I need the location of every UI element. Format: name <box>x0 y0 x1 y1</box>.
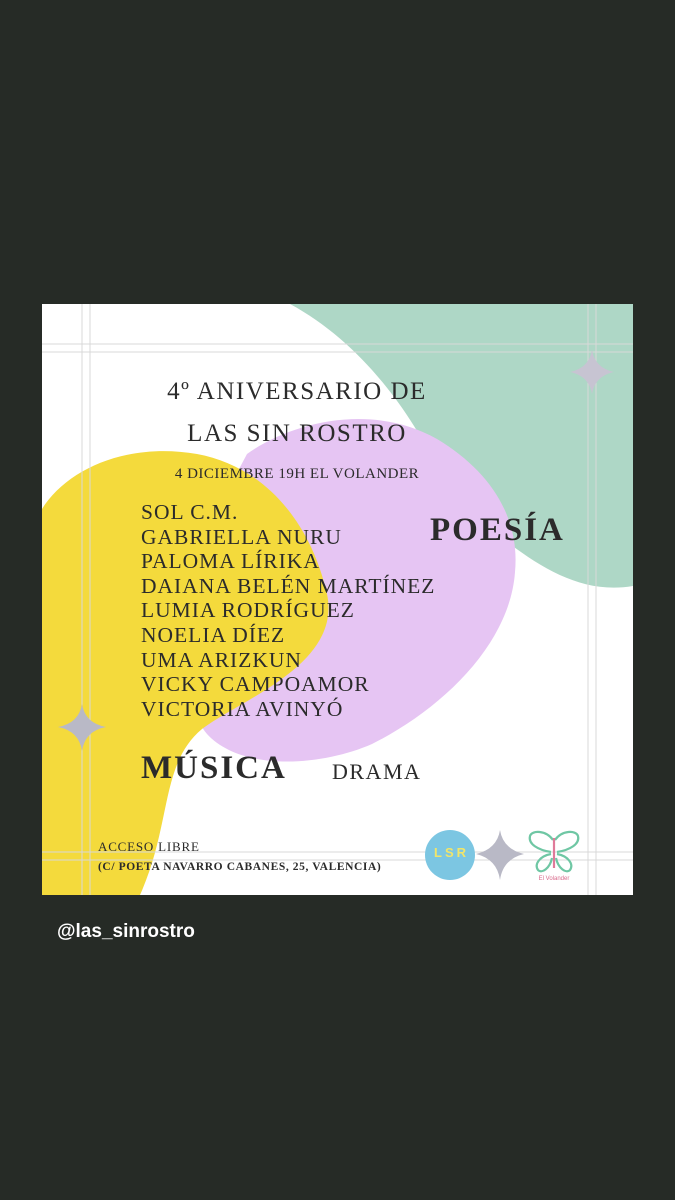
account-mention[interactable]: @las_sinrostro <box>57 921 195 943</box>
lineup-item: NOELIA DÍEZ <box>141 622 286 647</box>
el-volander-logo: El Volander <box>524 828 584 888</box>
poster-title-line-2: LAS SIN ROSTRO <box>187 420 407 447</box>
lineup-item: PALOMA LÍRIKA <box>141 549 320 574</box>
event-poster: 4º ANIVERSARIO DE LAS SIN ROSTRO 4 DICIE… <box>42 304 633 895</box>
lineup-item: GABRIELLA NURU <box>141 524 342 549</box>
poster-title-line-1: 4º ANIVERSARIO DE <box>167 378 427 405</box>
category-poesia: POESÍA <box>430 512 565 548</box>
lsr-logo-text: LSR <box>434 845 469 860</box>
lineup-item: SOL C.M. <box>141 500 239 524</box>
lineup-item: VICTORIA AVINYÓ <box>141 696 344 721</box>
category-drama: DRAMA <box>332 759 422 784</box>
volander-caption: El Volander <box>538 876 570 882</box>
sparkle-icon <box>476 830 524 880</box>
lineup-item: LUMIA RODRÍGUEZ <box>141 598 355 623</box>
lineup-item: UMA ARIZKUN <box>141 647 302 672</box>
lineup-item: VICKY CAMPOAMOR <box>141 672 370 697</box>
access-info: ACCESO LIBRE <box>98 839 200 854</box>
category-musica: MÚSICA <box>141 750 287 786</box>
event-date-venue: 4 DICIEMBRE 19H EL VOLANDER <box>174 466 420 482</box>
venue-address: (C/ POETA NAVARRO CABANES, 25, VALENCIA) <box>98 861 382 873</box>
lineup-item: DAIANA BELÉN MARTÍNEZ <box>141 573 436 598</box>
butterfly-icon <box>528 830 580 873</box>
artist-lineup: SOL C.M. GABRIELLA NURU PALOMA LÍRIKA DA… <box>141 500 435 721</box>
instagram-story: 4º ANIVERSARIO DE LAS SIN ROSTRO 4 DICIE… <box>0 0 675 1200</box>
las-sin-rostro-logo: LSR <box>425 830 475 880</box>
